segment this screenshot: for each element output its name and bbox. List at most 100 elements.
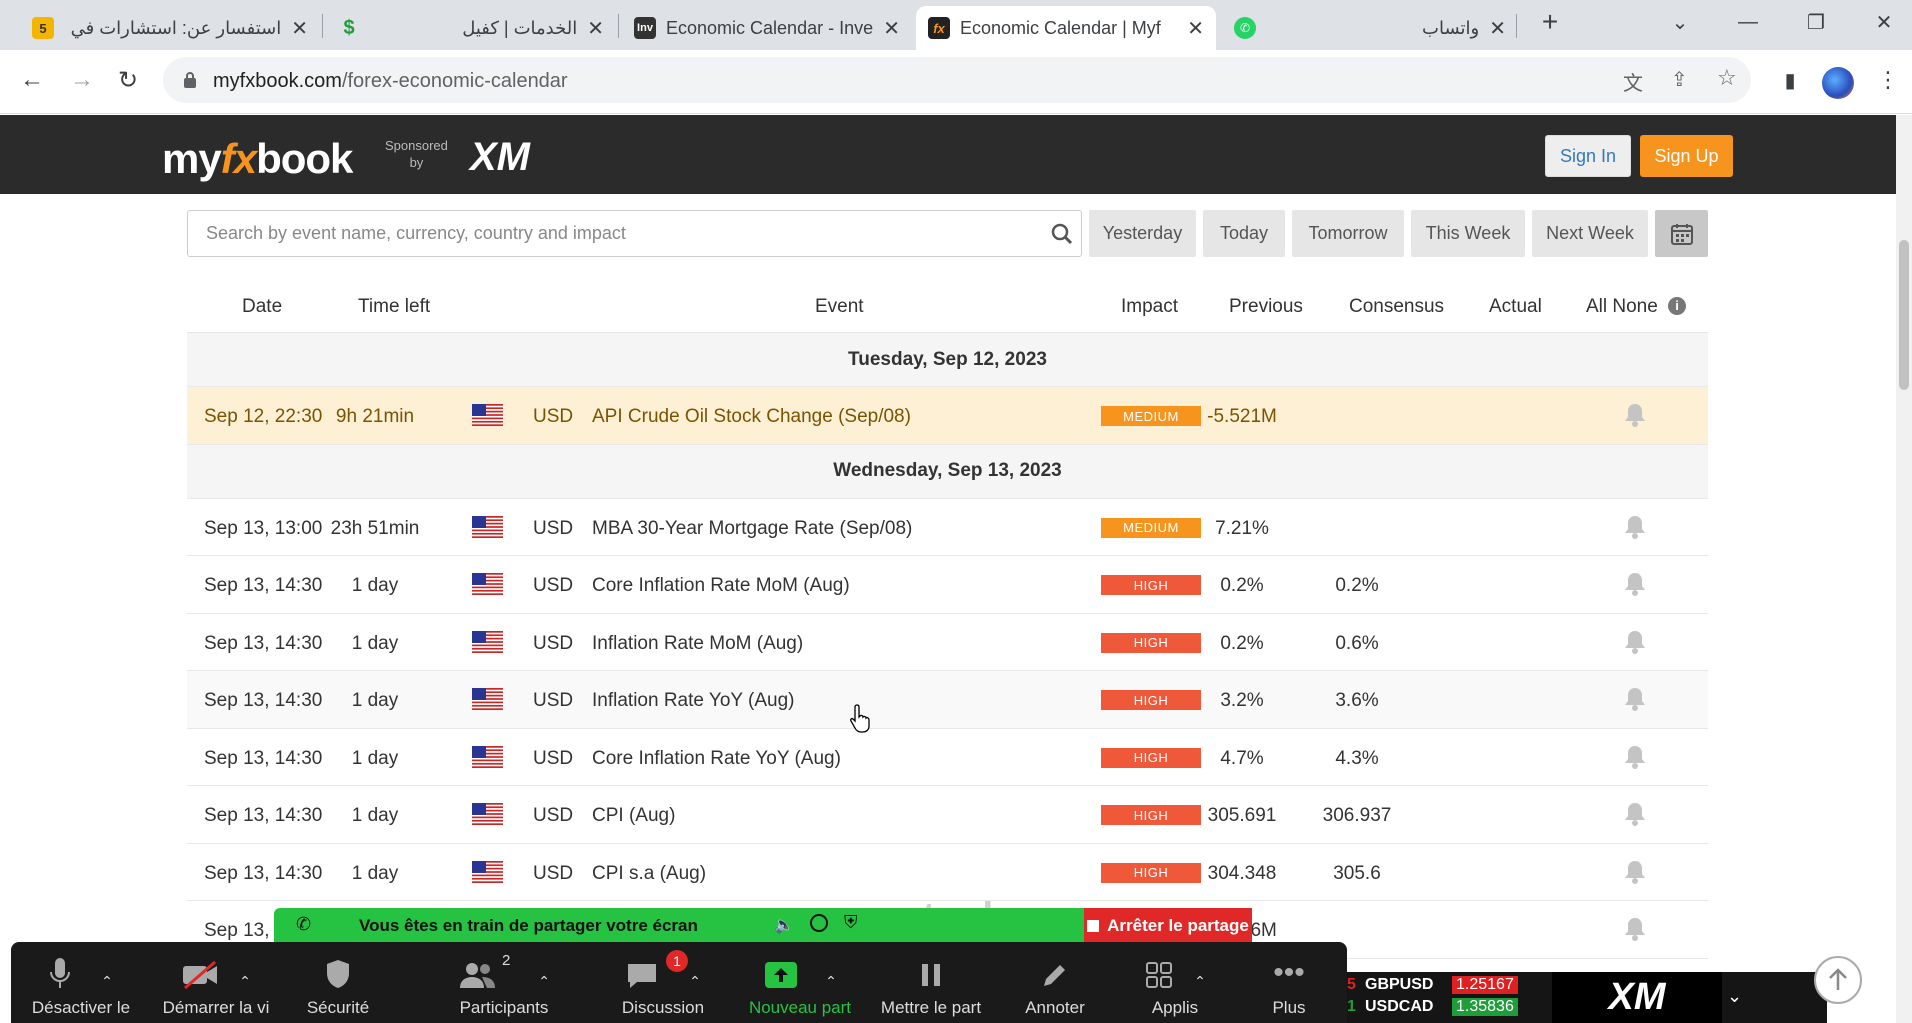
filter-tomorrow-button[interactable]: Tomorrow bbox=[1292, 210, 1404, 257]
new-tab-button[interactable]: + bbox=[1522, 0, 1578, 44]
menu-icon[interactable]: ⋮ bbox=[1868, 60, 1908, 100]
close-icon[interactable]: ✕ bbox=[587, 16, 604, 41]
filter-yesterday-button[interactable]: Yesterday bbox=[1089, 210, 1196, 257]
col-actual[interactable]: Actual bbox=[1489, 296, 1542, 318]
pause-share-button[interactable]: Mettre le part bbox=[866, 952, 996, 1018]
by-text: by bbox=[409, 155, 424, 170]
share-icon[interactable]: ⇪ bbox=[1671, 67, 1688, 92]
bell-icon[interactable] bbox=[1623, 859, 1647, 885]
calendar-button[interactable] bbox=[1655, 210, 1708, 257]
reload-icon[interactable]: ↻ bbox=[108, 60, 148, 100]
close-icon[interactable]: ✕ bbox=[291, 16, 308, 41]
tab-search-icon[interactable]: ⌄ bbox=[1652, 0, 1708, 44]
table-row[interactable]: Sep 13, 14:30 1 day USD Core Inflation Rate… bbox=[187, 729, 1708, 786]
col-event[interactable]: Event bbox=[815, 296, 864, 318]
restore-button[interactable]: ❐ bbox=[1788, 0, 1844, 44]
table-row[interactable]: Sep 13, 13:00 23h 51min USD MBA 30-Year Mor… bbox=[187, 499, 1708, 556]
site-header: myfxbook Sponsored by XM Sign In Sign Up bbox=[0, 115, 1896, 194]
bell-icon[interactable] bbox=[1623, 744, 1647, 770]
speaker-icon[interactable]: 🔈 bbox=[774, 915, 794, 935]
filter-next-week-button[interactable]: Next Week bbox=[1532, 210, 1648, 257]
chat-button[interactable]: 1 ⌃ Discussion bbox=[598, 950, 728, 1018]
bell-icon[interactable] bbox=[1623, 402, 1647, 428]
table-row[interactable]: Sep 13, 14:30 1 day USD Inflation Rate MoM … bbox=[187, 614, 1708, 671]
translate-icon[interactable]: 文 bbox=[1623, 67, 1643, 96]
new-share-button[interactable]: ⌃ Nouveau part bbox=[735, 952, 865, 1018]
chevron-up-icon[interactable]: ⌃ bbox=[689, 973, 701, 990]
bookmark-star-icon[interactable]: ☆ bbox=[1717, 65, 1737, 91]
stop-share-button[interactable]: Arrêter le partage bbox=[1084, 908, 1252, 944]
browser-tab-5[interactable]: ✆ واتساب ✕ bbox=[1222, 6, 1518, 50]
chevron-down-icon[interactable]: ⌄ bbox=[1727, 986, 1742, 1007]
browser-tab-3[interactable]: Inv Economic Calendar - Inve ✕ bbox=[622, 6, 912, 50]
profile-avatar[interactable] bbox=[1822, 67, 1854, 99]
impact-badge: HIGH bbox=[1101, 805, 1201, 825]
table-row[interactable]: Sep 13, 14:30 1 day USD Inflation Rate YoY … bbox=[187, 671, 1708, 729]
chevron-up-icon[interactable]: ⌃ bbox=[1194, 973, 1206, 990]
chevron-up-icon[interactable]: ⌃ bbox=[825, 973, 837, 990]
chat-icon bbox=[628, 964, 657, 988]
more-button[interactable]: ••• Plus bbox=[1224, 952, 1354, 1018]
close-icon[interactable]: ✕ bbox=[1489, 16, 1506, 41]
event-name: Core Inflation Rate YoY (Aug) bbox=[592, 747, 841, 769]
col-consensus[interactable]: Consensus bbox=[1349, 296, 1444, 318]
back-icon[interactable]: ← bbox=[12, 60, 52, 100]
previous-value: 3.2% bbox=[1220, 690, 1264, 711]
close-icon[interactable]: ✕ bbox=[883, 16, 900, 41]
chat-badge: 1 bbox=[666, 950, 688, 972]
table-row[interactable]: Sep 13, 14:30 1 day USD CPI (Aug) HIGH 305.69… bbox=[187, 786, 1708, 844]
bell-icon[interactable] bbox=[1623, 801, 1647, 827]
chevron-up-icon[interactable]: ⌃ bbox=[239, 973, 251, 990]
security-button[interactable]: Sécurité bbox=[273, 952, 403, 1018]
table-row[interactable]: Sep 13, 14:30 1 day USD Core Inflation Rate… bbox=[187, 556, 1708, 614]
currency: USD bbox=[533, 632, 574, 654]
impact-badge: HIGH bbox=[1101, 747, 1201, 768]
scrollbar-thumb[interactable] bbox=[1899, 240, 1909, 390]
search-icon[interactable] bbox=[1047, 219, 1077, 249]
xm-ticker-logo[interactable]: XM bbox=[1552, 972, 1722, 1023]
start-video-button[interactable]: ⌃ Démarrer la vi bbox=[151, 952, 281, 1018]
info-icon[interactable]: i bbox=[1668, 297, 1686, 315]
browser-tab-2[interactable]: $ الخدمات | كفيل ✕ bbox=[326, 6, 616, 50]
participants-button[interactable]: 2 ⌃ Participants bbox=[439, 952, 569, 1018]
minimize-button[interactable]: — bbox=[1720, 0, 1776, 44]
col-date[interactable]: Date bbox=[242, 296, 282, 318]
forward-icon[interactable]: → bbox=[62, 60, 102, 100]
col-time-left[interactable]: Time left bbox=[358, 296, 430, 318]
myfxbook-logo[interactable]: myfxbook bbox=[162, 135, 353, 183]
bell-icon[interactable] bbox=[1623, 629, 1647, 655]
consensus-value: 306.937 bbox=[1322, 805, 1392, 826]
filter-this-week-button[interactable]: This Week bbox=[1411, 210, 1525, 257]
col-impact[interactable]: Impact bbox=[1121, 296, 1178, 318]
browser-tab-1[interactable]: 5 استفسار عن: استشارات في ✕ bbox=[20, 6, 320, 50]
bell-icon[interactable] bbox=[1623, 514, 1647, 540]
all-none-toggle[interactable]: All None bbox=[1586, 296, 1658, 318]
bell-icon[interactable] bbox=[1623, 571, 1647, 597]
xm-logo[interactable]: XM bbox=[470, 135, 530, 180]
scroll-to-top-button[interactable] bbox=[1814, 956, 1862, 1004]
side-panel-icon[interactable]: ▮ bbox=[1770, 60, 1810, 100]
browser-tab-4-active[interactable]: fx Economic Calendar | Myf ✕ bbox=[916, 6, 1216, 50]
shield-check-icon[interactable]: ⛨ bbox=[844, 912, 858, 933]
filter-today-button[interactable]: Today bbox=[1203, 210, 1285, 257]
record-icon[interactable] bbox=[810, 914, 828, 932]
mute-button[interactable]: ⌃ Désactiver le bbox=[16, 952, 146, 1018]
col-previous[interactable]: Previous bbox=[1229, 296, 1303, 318]
sign-up-button[interactable]: Sign Up bbox=[1640, 135, 1733, 177]
currency: USD bbox=[533, 747, 574, 769]
close-window-button[interactable]: ✕ bbox=[1856, 0, 1912, 44]
chevron-up-icon[interactable]: ⌃ bbox=[538, 973, 550, 990]
close-icon[interactable]: ✕ bbox=[1187, 16, 1204, 41]
table-row[interactable]: Sep 13, 14:30 1 day USD CPI s.a (Aug) HIGH 30… bbox=[187, 844, 1708, 901]
address-bar[interactable]: myfxbook.com/forex-economic-calendar 文 ⇪… bbox=[163, 57, 1751, 103]
event-date: Sep 13, 14:30 bbox=[204, 575, 323, 596]
apps-button[interactable]: ⌃ Applis bbox=[1110, 952, 1240, 1018]
annotate-button[interactable]: Annoter bbox=[990, 952, 1120, 1018]
bell-icon[interactable] bbox=[1623, 916, 1647, 942]
bell-icon[interactable] bbox=[1623, 686, 1647, 712]
table-row[interactable]: Sep 12, 22:30 9h 21min USD API Crude Oil St… bbox=[187, 387, 1708, 445]
sign-in-button[interactable]: Sign In bbox=[1545, 135, 1631, 177]
chevron-up-icon[interactable]: ⌃ bbox=[101, 973, 113, 990]
previous-value: 0.2% bbox=[1220, 575, 1264, 596]
search-input[interactable] bbox=[188, 211, 1008, 255]
